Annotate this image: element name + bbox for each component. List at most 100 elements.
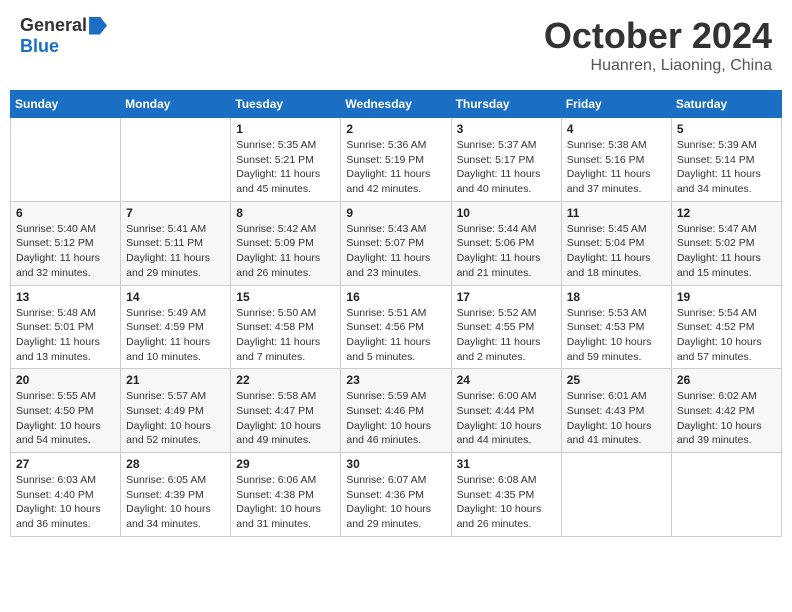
calendar-cell: 8 Sunrise: 5:42 AMSunset: 5:09 PMDaylight… (231, 201, 341, 285)
calendar-cell (11, 118, 121, 202)
day-number: 27 (16, 457, 115, 471)
calendar-cell: 12Sunrise: 5:47 AMSunset: 5:02 PMDayligh… (671, 201, 781, 285)
day-number: 28 (126, 457, 225, 471)
calendar-cell: 23 Sunrise: 5:59 AMSunset: 4:46 PMDayligh… (341, 369, 451, 453)
calendar-cell: 26 Sunrise: 6:02 AMSunset: 4:42 PMDayligh… (671, 369, 781, 453)
calendar-cell: 17 Sunrise: 5:52 AMSunset: 4:55 PMDayligh… (451, 285, 561, 369)
header-day-monday: Monday (121, 91, 231, 118)
header-day-tuesday: Tuesday (231, 91, 341, 118)
day-number: 6 (16, 206, 115, 220)
day-number: 5 (677, 122, 776, 136)
day-info: Sunrise: 6:05 AMSunset: 4:39 PMDaylight:… (126, 473, 225, 532)
day-number: 24 (457, 373, 556, 387)
day-info: Sunrise: 6:00 AMSunset: 4:44 PMDaylight:… (457, 389, 556, 448)
calendar-table: SundayMondayTuesdayWednesdayThursdayFrid… (10, 90, 782, 537)
day-info: Sunrise: 6:01 AMSunset: 4:43 PMDaylight:… (567, 389, 666, 448)
calendar-cell (561, 453, 671, 537)
week-row-3: 13Sunrise: 5:48 AMSunset: 5:01 PMDayligh… (11, 285, 782, 369)
header-day-sunday: Sunday (11, 91, 121, 118)
day-info: Sunrise: 5:50 AMSunset: 4:58 PMDaylight:… (236, 306, 335, 365)
day-info: Sunrise: 5:38 AMSunset: 5:16 PMDaylight:… (567, 138, 666, 197)
day-number: 20 (16, 373, 115, 387)
day-info: Sunrise: 5:57 AMSunset: 4:49 PMDaylight:… (126, 389, 225, 448)
day-number: 22 (236, 373, 335, 387)
day-number: 30 (346, 457, 445, 471)
day-info: Sunrise: 5:44 AMSunset: 5:06 PMDaylight:… (457, 222, 556, 281)
day-info: Sunrise: 5:40 AMSunset: 5:12 PMDaylight:… (16, 222, 115, 281)
header-day-friday: Friday (561, 91, 671, 118)
calendar-cell: 19 Sunrise: 5:54 AMSunset: 4:52 PMDayligh… (671, 285, 781, 369)
day-number: 7 (126, 206, 225, 220)
day-number: 18 (567, 290, 666, 304)
day-number: 31 (457, 457, 556, 471)
day-number: 25 (567, 373, 666, 387)
day-info: Sunrise: 5:55 AMSunset: 4:50 PMDaylight:… (16, 389, 115, 448)
calendar-cell: 10 Sunrise: 5:44 AMSunset: 5:06 PMDayligh… (451, 201, 561, 285)
page-header: General Blue October 2024 Huanren, Liaon… (10, 10, 782, 80)
header-row: SundayMondayTuesdayWednesdayThursdayFrid… (11, 91, 782, 118)
day-info: Sunrise: 5:49 AMSunset: 4:59 PMDaylight:… (126, 306, 225, 365)
day-info: Sunrise: 5:48 AMSunset: 5:01 PMDaylight:… (16, 306, 115, 365)
calendar-cell: 29Sunrise: 6:06 AMSunset: 4:38 PMDayligh… (231, 453, 341, 537)
day-info: Sunrise: 5:42 AMSunset: 5:09 PMDaylight:… (236, 222, 335, 281)
day-number: 19 (677, 290, 776, 304)
day-number: 8 (236, 206, 335, 220)
day-info: Sunrise: 5:35 AMSunset: 5:21 PMDaylight:… (236, 138, 335, 197)
day-info: Sunrise: 6:02 AMSunset: 4:42 PMDaylight:… (677, 389, 776, 448)
day-number: 14 (126, 290, 225, 304)
calendar-cell: 15Sunrise: 5:50 AMSunset: 4:58 PMDayligh… (231, 285, 341, 369)
day-number: 23 (346, 373, 445, 387)
calendar-cell: 13Sunrise: 5:48 AMSunset: 5:01 PMDayligh… (11, 285, 121, 369)
calendar-cell: 2 Sunrise: 5:36 AMSunset: 5:19 PMDaylight… (341, 118, 451, 202)
logo-icon (89, 17, 107, 35)
calendar-cell: 22 Sunrise: 5:58 AMSunset: 4:47 PMDayligh… (231, 369, 341, 453)
day-number: 16 (346, 290, 445, 304)
day-number: 1 (236, 122, 335, 136)
day-info: Sunrise: 6:08 AMSunset: 4:35 PMDaylight:… (457, 473, 556, 532)
day-number: 3 (457, 122, 556, 136)
day-info: Sunrise: 5:53 AMSunset: 4:53 PMDaylight:… (567, 306, 666, 365)
day-info: Sunrise: 5:59 AMSunset: 4:46 PMDaylight:… (346, 389, 445, 448)
logo-general-text: General (20, 15, 87, 36)
calendar-cell: 7 Sunrise: 5:41 AMSunset: 5:11 PMDaylight… (121, 201, 231, 285)
calendar-cell (121, 118, 231, 202)
day-number: 12 (677, 206, 776, 220)
location-title: Huanren, Liaoning, China (544, 57, 772, 75)
header-day-thursday: Thursday (451, 91, 561, 118)
day-number: 10 (457, 206, 556, 220)
calendar-cell: 4Sunrise: 5:38 AMSunset: 5:16 PMDaylight… (561, 118, 671, 202)
day-info: Sunrise: 5:45 AMSunset: 5:04 PMDaylight:… (567, 222, 666, 281)
day-info: Sunrise: 5:54 AMSunset: 4:52 PMDaylight:… (677, 306, 776, 365)
calendar-cell: 25 Sunrise: 6:01 AMSunset: 4:43 PMDayligh… (561, 369, 671, 453)
day-number: 21 (126, 373, 225, 387)
week-row-5: 27 Sunrise: 6:03 AMSunset: 4:40 PMDayligh… (11, 453, 782, 537)
calendar-cell: 20 Sunrise: 5:55 AMSunset: 4:50 PMDayligh… (11, 369, 121, 453)
day-number: 2 (346, 122, 445, 136)
calendar-cell: 31 Sunrise: 6:08 AMSunset: 4:35 PMDayligh… (451, 453, 561, 537)
day-info: Sunrise: 5:41 AMSunset: 5:11 PMDaylight:… (126, 222, 225, 281)
day-info: Sunrise: 5:39 AMSunset: 5:14 PMDaylight:… (677, 138, 776, 197)
week-row-1: 1 Sunrise: 5:35 AMSunset: 5:21 PMDaylight… (11, 118, 782, 202)
week-row-2: 6 Sunrise: 5:40 AMSunset: 5:12 PMDaylight… (11, 201, 782, 285)
calendar-cell: 14 Sunrise: 5:49 AMSunset: 4:59 PMDayligh… (121, 285, 231, 369)
day-number: 11 (567, 206, 666, 220)
calendar-cell: 9Sunrise: 5:43 AMSunset: 5:07 PMDaylight… (341, 201, 451, 285)
day-info: Sunrise: 5:58 AMSunset: 4:47 PMDaylight:… (236, 389, 335, 448)
header-day-saturday: Saturday (671, 91, 781, 118)
calendar-cell (671, 453, 781, 537)
calendar-body: 1 Sunrise: 5:35 AMSunset: 5:21 PMDaylight… (11, 118, 782, 537)
day-info: Sunrise: 5:43 AMSunset: 5:07 PMDaylight:… (346, 222, 445, 281)
calendar-cell: 11 Sunrise: 5:45 AMSunset: 5:04 PMDayligh… (561, 201, 671, 285)
header-day-wednesday: Wednesday (341, 91, 451, 118)
day-info: Sunrise: 6:07 AMSunset: 4:36 PMDaylight:… (346, 473, 445, 532)
calendar-cell: 21 Sunrise: 5:57 AMSunset: 4:49 PMDayligh… (121, 369, 231, 453)
day-info: Sunrise: 6:03 AMSunset: 4:40 PMDaylight:… (16, 473, 115, 532)
title-area: October 2024 Huanren, Liaoning, China (544, 15, 772, 75)
calendar-cell: 1 Sunrise: 5:35 AMSunset: 5:21 PMDaylight… (231, 118, 341, 202)
day-number: 26 (677, 373, 776, 387)
day-info: Sunrise: 5:36 AMSunset: 5:19 PMDaylight:… (346, 138, 445, 197)
day-info: Sunrise: 5:51 AMSunset: 4:56 PMDaylight:… (346, 306, 445, 365)
day-number: 17 (457, 290, 556, 304)
day-info: Sunrise: 5:52 AMSunset: 4:55 PMDaylight:… (457, 306, 556, 365)
calendar-cell: 30 Sunrise: 6:07 AMSunset: 4:36 PMDayligh… (341, 453, 451, 537)
